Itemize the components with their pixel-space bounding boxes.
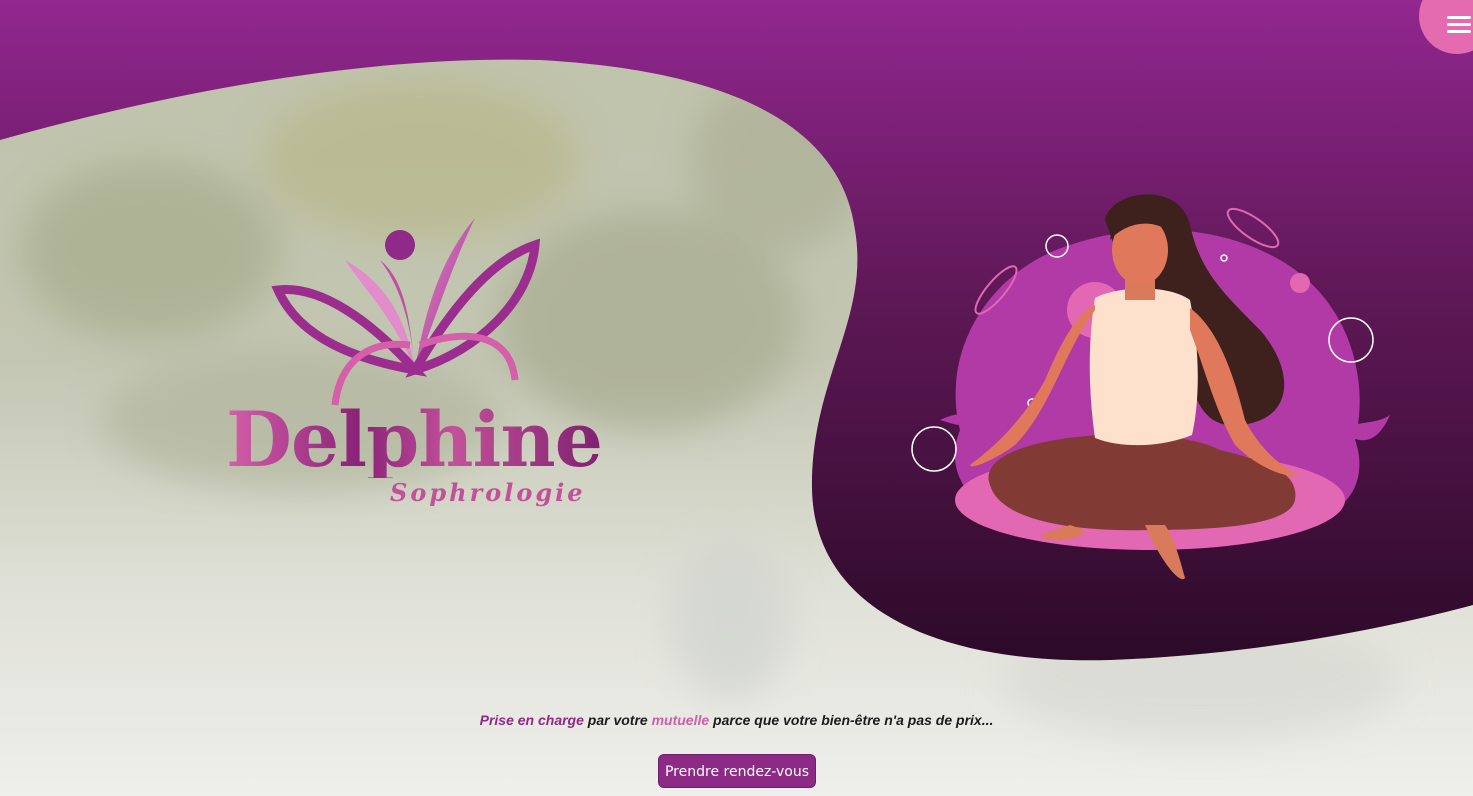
tagline-text-end: parce que votre bien-être n'a pas de pri… <box>709 712 994 728</box>
tagline-highlight-coverage: Prise en charge <box>479 712 584 728</box>
tagline-text: par votre <box>583 712 652 728</box>
brand-subtitle: Sophrologie <box>390 478 586 507</box>
meditating-woman-illustration <box>911 194 1390 580</box>
brand-name: Delphine <box>226 402 606 478</box>
tagline-highlight-mutual: mutuelle <box>651 712 710 728</box>
book-appointment-button[interactable]: Prendre rendez-vous <box>658 754 816 788</box>
tagline: Prise en charge par votre mutuelle parce… <box>0 712 1473 728</box>
